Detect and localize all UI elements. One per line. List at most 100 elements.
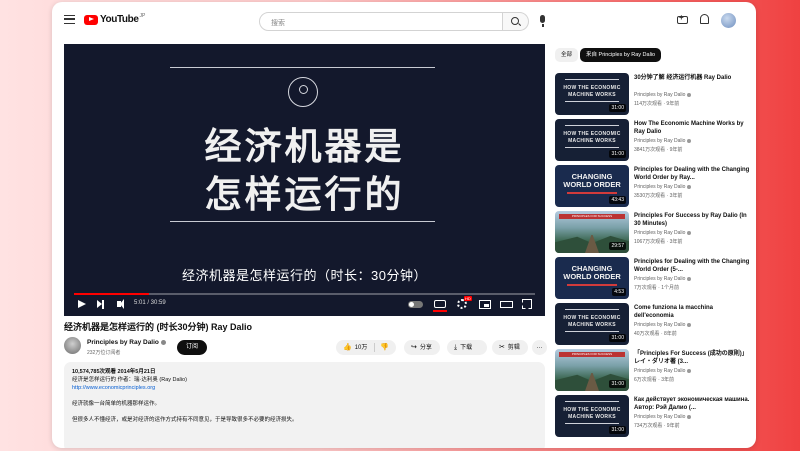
recommendation-channel[interactable]: Principles by Ray Dalio xyxy=(634,368,692,374)
recommendation-item[interactable]: CHANGING WORLD ORDER 43:43 Principles for … xyxy=(555,165,755,208)
recommendation-channel-text: Principles by Ray Dalio xyxy=(634,184,686,190)
video-frame-title-line1: 经济机器是 xyxy=(204,126,405,167)
microphone-icon[interactable] xyxy=(540,15,545,27)
recommendation-channel-text: Principles by Ray Dalio xyxy=(634,230,686,236)
recommendation-channel[interactable]: Principles by Ray Dalio xyxy=(634,276,692,282)
youtube-logo[interactable]: YouTube JP xyxy=(84,13,145,25)
share-label: 分享 xyxy=(419,345,432,351)
fullscreen-icon[interactable] xyxy=(522,299,532,309)
share-button[interactable]: ↪ 分享 xyxy=(404,340,440,355)
search-button[interactable] xyxy=(503,12,529,31)
clip-icon: ✂ xyxy=(499,344,505,351)
recommendation-thumbnail[interactable]: PRINCIPLES FOR SUCCESS 29:57 xyxy=(555,211,629,253)
recommendation-thumbnail[interactable]: CHANGING WORLD ORDER 4:53 xyxy=(555,257,629,299)
frame-line-bottom xyxy=(170,221,435,223)
recommendation-item[interactable]: HOW THE ECONOMIC MACHINE WORKS 31:00 30分钟了… xyxy=(555,73,755,116)
thumb-text: CHANGING WORLD ORDER xyxy=(563,264,621,281)
thumb-accent-line xyxy=(567,284,617,286)
menu-icon[interactable] xyxy=(64,15,75,24)
recommendation-item[interactable]: PRINCIPLES FOR SUCCESS 29:57 Principles Fo… xyxy=(555,211,755,254)
description-box[interactable]: 10,574,785次观看 2014年5月21日 经济是怎样运行的 作者：瑞·达… xyxy=(64,362,545,448)
like-divider xyxy=(374,343,375,352)
recommendation-title[interactable]: Principles for Dealing with the Changing… xyxy=(634,166,752,182)
play-icon[interactable] xyxy=(78,300,86,308)
duration-badge: 31:00 xyxy=(609,426,626,434)
recommendation-title[interactable]: Principles For Success by Ray Dalio (In … xyxy=(634,212,752,228)
clip-label: 剪辑 xyxy=(507,345,520,351)
download-button[interactable]: ⤓ 下载 xyxy=(447,340,487,355)
recommendation-channel[interactable]: Principles by Ray Dalio xyxy=(634,138,692,144)
youtube-play-icon xyxy=(84,14,98,25)
theater-mode-icon[interactable] xyxy=(500,301,513,308)
progress-fill xyxy=(74,293,149,295)
channel-name[interactable]: Principles by Ray Dalio xyxy=(87,339,166,346)
recommendation-channel-text: Principles by Ray Dalio xyxy=(634,368,686,374)
chip-all[interactable]: 全部 xyxy=(555,48,579,62)
thumb-text: CHANGING WORLD ORDER xyxy=(563,172,621,189)
recommendation-meta: 6万次观看 · 3年前 xyxy=(634,377,675,383)
recommendation-channel-text: Principles by Ray Dalio xyxy=(634,138,686,144)
next-icon[interactable] xyxy=(97,300,104,309)
verified-icon xyxy=(687,368,692,373)
progress-bar[interactable] xyxy=(74,293,535,295)
duration-badge: 31:00 xyxy=(609,380,626,388)
volume-icon[interactable] xyxy=(117,299,124,309)
recommendation-item[interactable]: HOW THE ECONOMIC MACHINE WORKS 31:00 Как д… xyxy=(555,395,755,438)
notifications-icon[interactable] xyxy=(700,14,709,24)
recommendation-thumbnail[interactable]: HOW THE ECONOMIC MACHINE WORKS 31:00 xyxy=(555,395,629,437)
thumb-line xyxy=(565,79,619,80)
recommendation-item[interactable]: HOW THE ECONOMIC MACHINE WORKS 31:00 How T… xyxy=(555,119,755,162)
recommendation-title[interactable]: Come funziona la macchina dell'economia xyxy=(634,304,752,320)
recommendation-meta: 7万次观看 · 1个月前 xyxy=(634,285,680,291)
clip-button[interactable]: ✂ 剪辑 xyxy=(492,340,528,355)
recommendation-title[interactable]: 「Principles For Success (成功の原則)」レイ・ダリオ著 … xyxy=(634,350,752,366)
recommendation-thumbnail[interactable]: HOW THE ECONOMIC MACHINE WORKS 31:00 xyxy=(555,73,629,115)
recommendation-thumbnail[interactable]: PRINCIPLES FOR SUCCESS 31:00 xyxy=(555,349,629,391)
recommendation-title[interactable]: Principles for Dealing with the Changing… xyxy=(634,258,752,274)
recommendation-channel-text: Principles by Ray Dalio xyxy=(634,92,686,98)
recommendation-title[interactable]: 30分钟了解 经济运行机器 Ray Dalio xyxy=(634,74,752,82)
recommendation-title[interactable]: Как действует экономическая машина. Авто… xyxy=(634,396,752,412)
subscriber-count: 232万位订阅者 xyxy=(87,350,121,356)
captions-active-indicator xyxy=(433,310,447,312)
recommendation-channel[interactable]: Principles by Ray Dalio xyxy=(634,184,692,190)
subscribe-button[interactable]: 订阅 xyxy=(177,340,207,355)
search-input[interactable]: 搜索 xyxy=(259,12,503,31)
recommendation-item[interactable]: CHANGING WORLD ORDER 4:53 Principles for D… xyxy=(555,257,755,300)
recommendation-channel[interactable]: Principles by Ray Dalio xyxy=(634,322,692,328)
description-line: 但很多人不懂经济，或是对经济的运作方式持有不同意见，于是导致很多不必要的经济损失… xyxy=(72,417,298,423)
create-video-icon[interactable] xyxy=(677,13,688,24)
thumbs-down-icon[interactable]: 👎 xyxy=(380,340,389,355)
video-player[interactable]: 经济机器是 怎样运行的 经济机器是怎样运行的（时长：30分钟） 5:01 / 3… xyxy=(64,44,545,316)
recommendation-thumbnail[interactable]: HOW THE ECONOMIC MACHINE WORKS 31:00 xyxy=(555,303,629,345)
thumb-text: HOW THE ECONOMIC MACHINE WORKS xyxy=(563,131,621,144)
recommendation-thumbnail[interactable]: HOW THE ECONOMIC MACHINE WORKS 31:00 xyxy=(555,119,629,161)
more-actions-button[interactable]: … xyxy=(532,340,547,355)
description-link[interactable]: http://www.economicprinciples.org xyxy=(72,384,537,392)
chip-from-channel[interactable]: 来自 Principles by Ray Dalio xyxy=(580,48,662,62)
miniplayer-icon[interactable] xyxy=(479,300,491,309)
captions-icon[interactable] xyxy=(434,300,446,308)
verified-icon xyxy=(687,184,692,189)
recommendation-channel[interactable]: Principles by Ray Dalio xyxy=(634,92,692,98)
recommendation-channel[interactable]: Principles by Ray Dalio xyxy=(634,414,692,420)
thumb-line xyxy=(565,423,619,424)
channel-avatar[interactable] xyxy=(64,337,81,354)
thumb-text: HOW THE ECONOMIC MACHINE WORKS xyxy=(563,407,621,420)
recommendation-item[interactable]: PRINCIPLES FOR SUCCESS 31:00 「Principles F… xyxy=(555,349,755,392)
recommendation-thumbnail[interactable]: CHANGING WORLD ORDER 43:43 xyxy=(555,165,629,207)
recommendation-title[interactable]: How The Economic Machine Works by Ray Da… xyxy=(634,120,752,136)
share-icon: ↪ xyxy=(411,344,417,351)
like-button[interactable]: 👍 10万 👎 xyxy=(336,340,396,355)
top-bar: YouTube JP 搜索 xyxy=(52,2,756,40)
recommendation-channel[interactable]: Principles by Ray Dalio xyxy=(634,230,692,236)
download-label: 下载 xyxy=(460,345,473,351)
recommendation-item[interactable]: HOW THE ECONOMIC MACHINE WORKS 31:00 Come … xyxy=(555,303,755,346)
account-avatar[interactable] xyxy=(721,13,736,28)
autoplay-toggle[interactable] xyxy=(408,301,423,308)
video-frame-title-line2: 怎样运行的 xyxy=(204,174,405,215)
caption-text: 经济机器是怎样运行的（时长：30分钟） xyxy=(182,268,427,283)
recommendation-meta: 3841万次观看 · 9年前 xyxy=(634,147,683,153)
